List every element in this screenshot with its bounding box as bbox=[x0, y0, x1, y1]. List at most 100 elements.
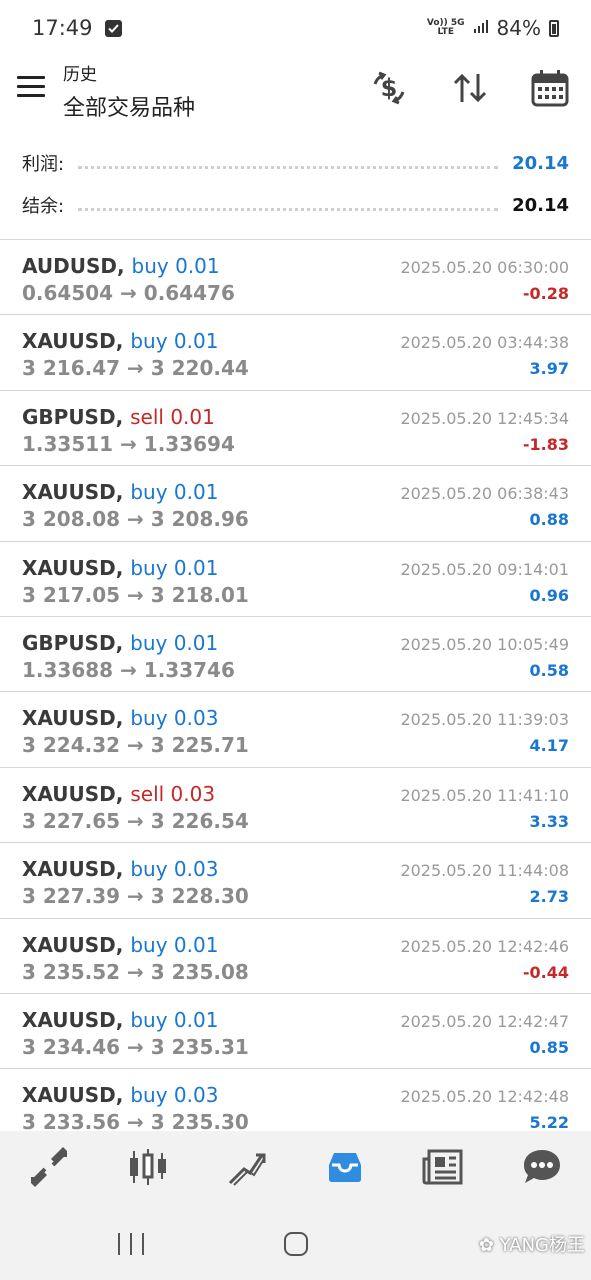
trade-symbol: GBPUSD, buy 0.01 bbox=[22, 631, 218, 655]
trade-time: 2025.05.20 11:39:03 bbox=[400, 710, 569, 730]
trade-side: buy 0.01 bbox=[130, 555, 219, 580]
status-bar: 17:49 Vo)) 5G LTE 84% bbox=[0, 0, 591, 56]
watermark-text: YANG杨王 bbox=[499, 1235, 585, 1256]
open-price: 1.33688 bbox=[22, 657, 114, 682]
trade-history-list[interactable]: AUDUSD, buy 0.01 0.64504 → 0.64476 2025.05… bbox=[0, 240, 591, 1145]
symbol-name: AUDUSD, bbox=[22, 254, 125, 278]
trade-prices: 3 234.46 → 3 235.31 bbox=[22, 1035, 249, 1059]
trade-time: 2025.05.20 12:42:48 bbox=[400, 1087, 569, 1107]
dotted-leader bbox=[78, 207, 499, 211]
arrow-right-icon: → bbox=[127, 959, 144, 984]
trade-row[interactable]: XAUUSD, buy 0.01 3 208.08 → 3 208.96 2025.… bbox=[0, 466, 591, 542]
trade-row[interactable]: GBPUSD, buy 0.01 1.33688 → 1.33746 2025.05… bbox=[0, 617, 591, 693]
trade-symbol: XAUUSD, buy 0.01 bbox=[22, 1008, 218, 1032]
home-icon[interactable] bbox=[284, 1232, 308, 1256]
menu-icon[interactable] bbox=[17, 76, 47, 98]
symbol-filter[interactable]: 全部交易品种 bbox=[63, 90, 195, 122]
trade-row[interactable]: XAUUSD, buy 0.01 3 235.52 → 3 235.08 2025.… bbox=[0, 919, 591, 994]
close-price: 3 226.54 bbox=[150, 808, 249, 833]
trade-row[interactable]: XAUUSD, buy 0.03 3 224.32 → 3 225.71 2025.… bbox=[0, 692, 591, 768]
trade-symbol: XAUUSD, buy 0.03 bbox=[22, 857, 218, 881]
trade-row[interactable]: AUDUSD, buy 0.01 0.64504 → 0.64476 2025.05… bbox=[0, 240, 591, 316]
symbol-name: XAUUSD, bbox=[22, 857, 124, 882]
trade-symbol: XAUUSD, buy 0.01 bbox=[22, 329, 218, 353]
trade-side: buy 0.01 bbox=[130, 1007, 219, 1032]
arrow-right-icon: → bbox=[127, 582, 144, 607]
trade-side: buy 0.03 bbox=[130, 706, 219, 731]
symbol-name: GBPUSD, bbox=[22, 630, 124, 655]
symbol-name: XAUUSD, bbox=[22, 329, 124, 354]
trade-time: 2025.05.20 12:42:47 bbox=[400, 1011, 569, 1031]
trade-profit: -1.83 bbox=[522, 434, 569, 454]
profit-label: 利润: bbox=[22, 154, 65, 175]
symbol-name: XAUUSD, bbox=[22, 706, 124, 731]
trade-profit: 5.22 bbox=[529, 1113, 569, 1133]
trade-prices: 3 227.65 → 3 226.54 bbox=[22, 809, 249, 833]
arrow-right-icon: → bbox=[127, 507, 144, 532]
close-price: 3 228.30 bbox=[150, 884, 249, 909]
close-price: 1.33746 bbox=[143, 657, 235, 682]
trade-symbol: AUDUSD, buy 0.01 bbox=[22, 254, 220, 278]
close-price: 3 235.31 bbox=[150, 1034, 249, 1059]
symbol-name: XAUUSD, bbox=[22, 1007, 124, 1032]
trade-time: 2025.05.20 06:38:43 bbox=[400, 484, 569, 504]
arrow-right-icon: → bbox=[127, 884, 144, 909]
currency-exchange-icon[interactable]: $ bbox=[369, 68, 409, 108]
app-header: 历史 全部交易品种 $ bbox=[0, 56, 591, 132]
page-title: 历史 bbox=[63, 65, 97, 85]
messages-icon[interactable] bbox=[512, 1137, 572, 1197]
dotted-leader bbox=[78, 165, 499, 169]
trade-side: buy 0.01 bbox=[130, 329, 219, 354]
quotes-icon[interactable] bbox=[19, 1137, 79, 1197]
trade-time: 2025.05.20 11:44:08 bbox=[400, 861, 569, 881]
trade-row[interactable]: XAUUSD, buy 0.03 3 227.39 → 3 228.30 2025.… bbox=[0, 843, 591, 919]
trade-row[interactable]: XAUUSD, buy 0.01 3 217.05 → 3 218.01 2025.… bbox=[0, 542, 591, 617]
close-price: 3 235.08 bbox=[150, 959, 249, 984]
balance-value: 20.14 bbox=[512, 194, 569, 216]
trade-prices: 3 208.08 → 3 208.96 bbox=[22, 507, 249, 531]
trade-profit: 0.88 bbox=[529, 510, 569, 530]
profit-row: 利润: 20.14 bbox=[0, 142, 591, 184]
close-price: 3 225.71 bbox=[150, 733, 249, 758]
trade-profit: 0.58 bbox=[529, 660, 569, 680]
trade-row[interactable]: XAUUSD, sell 0.03 3 227.65 → 3 226.54 2025… bbox=[0, 768, 591, 844]
trade-prices: 0.64504 → 0.64476 bbox=[22, 281, 235, 305]
trade-time: 2025.05.20 10:05:49 bbox=[400, 634, 569, 654]
trade-time: 2025.05.20 11:41:10 bbox=[400, 785, 569, 805]
open-price: 3 224.32 bbox=[22, 733, 121, 758]
battery-icon bbox=[549, 19, 559, 37]
recent-apps-icon[interactable] bbox=[118, 1233, 144, 1255]
trade-side: sell 0.01 bbox=[130, 404, 215, 429]
trade-prices: 3 224.32 → 3 225.71 bbox=[22, 733, 249, 757]
trade-profit: 3.97 bbox=[529, 359, 569, 379]
trade-row[interactable]: XAUUSD, buy 0.01 3 216.47 → 3 220.44 2025.… bbox=[0, 315, 591, 391]
trade-symbol: XAUUSD, sell 0.03 bbox=[22, 782, 215, 806]
chart-icon[interactable] bbox=[118, 1137, 178, 1197]
open-price: 3 234.46 bbox=[22, 1034, 121, 1059]
account-summary: 利润: 20.14 结余: 20.14 bbox=[0, 142, 591, 226]
trade-time: 2025.05.20 06:30:00 bbox=[400, 258, 569, 277]
trade-side: buy 0.01 bbox=[130, 630, 219, 655]
status-indicators: Vo)) 5G LTE 84% bbox=[427, 16, 559, 40]
trade-profit: 0.96 bbox=[529, 585, 569, 605]
status-time: 17:49 bbox=[32, 16, 93, 40]
history-icon[interactable] bbox=[315, 1137, 375, 1197]
trade-time: 2025.05.20 12:42:46 bbox=[400, 936, 569, 956]
open-price: 3 208.08 bbox=[22, 507, 121, 532]
trade-side: buy 0.03 bbox=[130, 857, 219, 882]
trade-icon[interactable] bbox=[216, 1137, 276, 1197]
trade-row[interactable]: XAUUSD, buy 0.01 3 234.46 → 3 235.31 2025.… bbox=[0, 994, 591, 1070]
news-icon[interactable] bbox=[413, 1137, 473, 1197]
watermark: ✿ YANG杨王 bbox=[479, 1231, 585, 1257]
open-price: 3 227.39 bbox=[22, 884, 121, 909]
calendar-icon[interactable] bbox=[530, 68, 570, 108]
symbol-name: XAUUSD, bbox=[22, 932, 124, 957]
trade-row[interactable]: GBPUSD, sell 0.01 1.33511 → 1.33694 2025.0… bbox=[0, 391, 591, 467]
close-price: 0.64476 bbox=[143, 281, 235, 305]
close-price: 3 220.44 bbox=[150, 356, 249, 381]
trade-symbol: XAUUSD, buy 0.01 bbox=[22, 480, 218, 504]
checkmark-notification-icon bbox=[104, 19, 122, 37]
symbol-name: XAUUSD, bbox=[22, 555, 124, 580]
sort-icon[interactable] bbox=[450, 68, 490, 108]
open-price: 1.33511 bbox=[22, 431, 114, 456]
